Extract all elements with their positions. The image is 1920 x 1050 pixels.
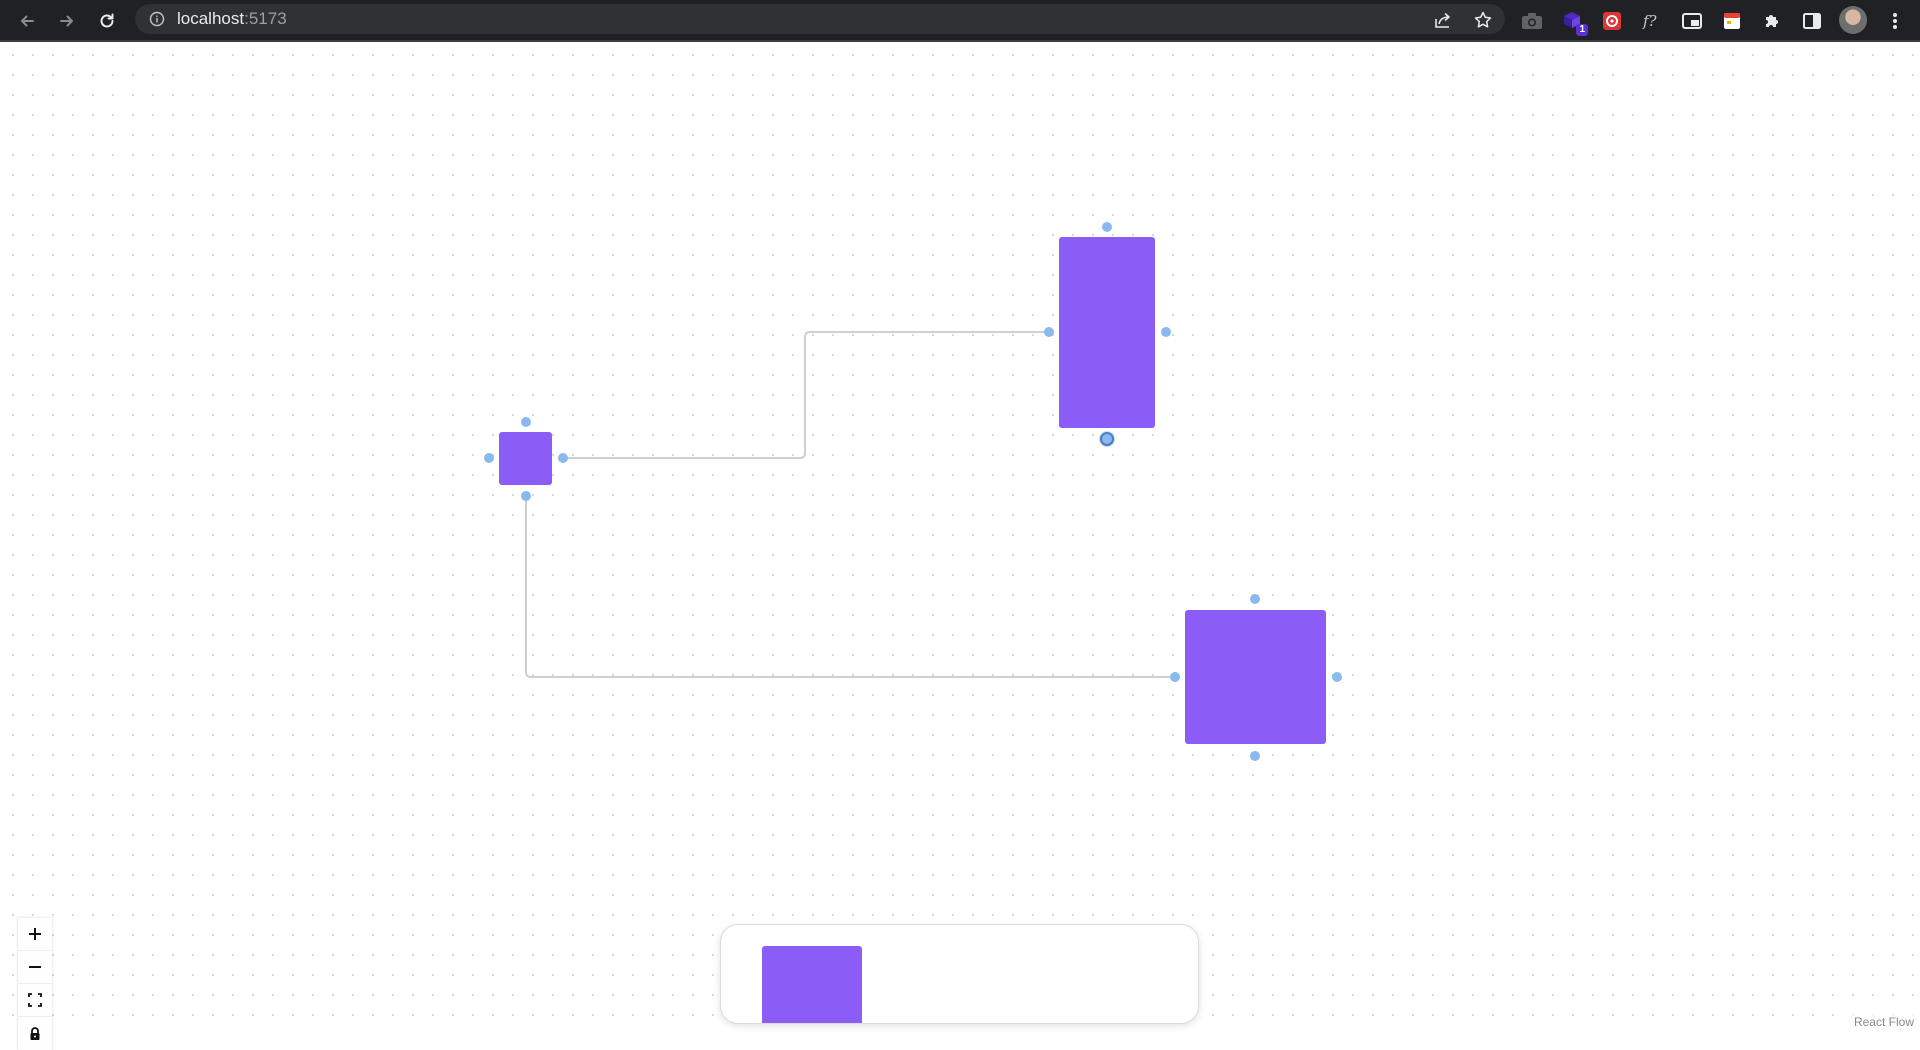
- side-panel-icon: [1803, 13, 1821, 29]
- bookmark-button[interactable]: [1472, 9, 1494, 31]
- flow-node-small[interactable]: [499, 432, 552, 485]
- svg-text:f?: f?: [1642, 12, 1658, 30]
- puzzle-icon: [1766, 15, 1778, 27]
- flow-node-tall[interactable]: [1059, 237, 1155, 428]
- flow-canvas[interactable]: React Flow: [0, 42, 1920, 1050]
- handle-bottom[interactable]: [1250, 751, 1260, 761]
- handle-top[interactable]: [1102, 222, 1112, 232]
- handle-top[interactable]: [1250, 594, 1260, 604]
- browser-menu-button[interactable]: [1883, 9, 1907, 33]
- back-button[interactable]: [13, 7, 41, 35]
- address-bar[interactable]: localhost:5173: [135, 4, 1505, 34]
- edges-layer: [525, 331, 1175, 678]
- kebab-menu-icon: [1893, 13, 1897, 29]
- browser-toolbar: localhost:5173 1 f?: [0, 0, 1920, 42]
- picture-in-picture-button[interactable]: [1680, 9, 1704, 33]
- extension-button[interactable]: 1: [1560, 9, 1588, 36]
- zoom-out-button[interactable]: [18, 951, 52, 984]
- reload-button[interactable]: [93, 7, 121, 35]
- calendar-extension[interactable]: [1720, 9, 1744, 33]
- node-palette-panel: [720, 924, 1199, 1024]
- handle-bottom[interactable]: [521, 491, 531, 501]
- lock-button[interactable]: [18, 1017, 52, 1050]
- edge-node1-to-node2[interactable]: [562, 331, 1049, 459]
- zoom-in-icon: [29, 928, 41, 940]
- extension-button[interactable]: [1600, 9, 1624, 33]
- url-port: :5173: [244, 9, 287, 28]
- draggable-node-template[interactable]: [762, 946, 862, 1023]
- flow-controls: [18, 918, 52, 1050]
- fit-view-icon: [28, 993, 42, 1007]
- handle-left[interactable]: [1170, 672, 1180, 682]
- url-text[interactable]: localhost:5173: [177, 10, 287, 28]
- url-host: localhost: [177, 9, 245, 28]
- share-button[interactable]: [1432, 9, 1454, 31]
- formula-icon: f?: [1642, 12, 1658, 30]
- handle-top[interactable]: [521, 417, 531, 427]
- share-icon: [1435, 12, 1450, 28]
- screenshot-extension[interactable]: [1520, 9, 1544, 33]
- camera-icon: [1522, 13, 1542, 29]
- picture-in-picture-icon: [1682, 13, 1702, 29]
- extensions-menu-button[interactable]: [1760, 9, 1784, 33]
- info-icon[interactable]: [149, 11, 165, 27]
- profile-avatar[interactable]: [1839, 6, 1867, 34]
- handle-right[interactable]: [1161, 327, 1171, 337]
- react-flow-attribution[interactable]: React Flow: [1850, 1014, 1917, 1030]
- handle-right[interactable]: [1332, 672, 1342, 682]
- handle-right[interactable]: [558, 453, 568, 463]
- side-panel-button[interactable]: [1800, 9, 1824, 33]
- fit-view-button[interactable]: [18, 984, 52, 1017]
- star-icon: [1474, 11, 1492, 28]
- forward-arrow-icon: [60, 15, 73, 27]
- handle-left[interactable]: [484, 453, 494, 463]
- back-arrow-icon: [21, 15, 34, 27]
- calendar-icon: [1724, 13, 1740, 29]
- zoom-out-icon: [29, 966, 41, 968]
- handle-left[interactable]: [1044, 327, 1054, 337]
- zoom-in-button[interactable]: [18, 918, 52, 951]
- extension-icon: [1603, 12, 1621, 30]
- lock-icon: [30, 1026, 40, 1040]
- edge-node1-to-node3[interactable]: [525, 495, 1175, 678]
- handle-bottom-active[interactable]: [1100, 432, 1114, 446]
- flow-node-large[interactable]: [1185, 610, 1326, 744]
- reload-icon: [100, 13, 114, 28]
- forward-button[interactable]: [53, 7, 81, 35]
- extension-badge: 1: [1576, 24, 1588, 36]
- formula-extension[interactable]: f?: [1640, 9, 1664, 33]
